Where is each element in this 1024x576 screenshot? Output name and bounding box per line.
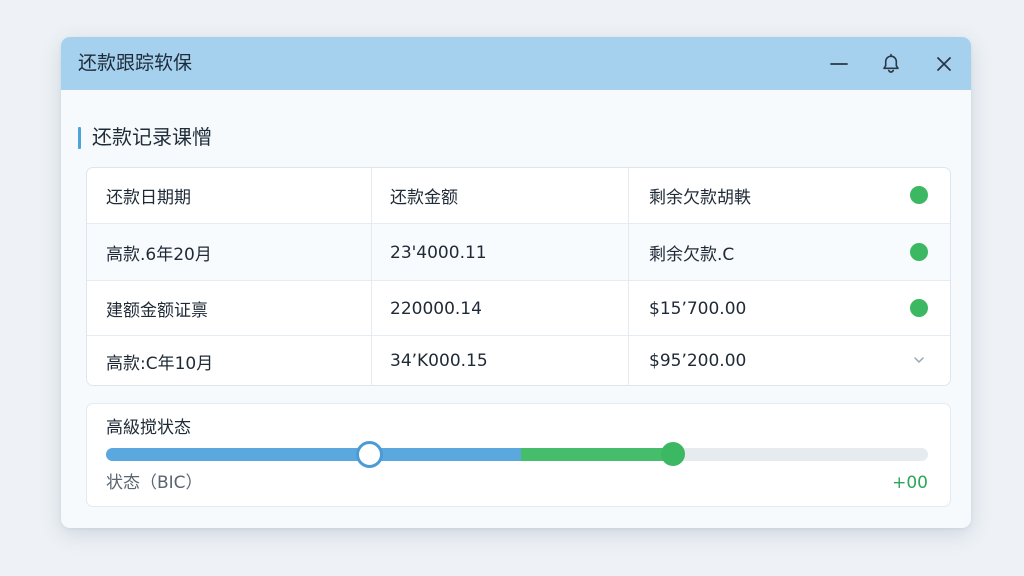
header-amount: 还款金额 [390,188,458,208]
row-remaining: $95ʼ200.00 [649,351,747,371]
header-remaining: 剩余欠款胡軼 [649,188,751,208]
column-divider [628,224,629,281]
column-divider [628,281,629,336]
column-divider [371,224,372,281]
status-dot [910,243,928,261]
table-row[interactable]: 高款:C年10月 34ʼK000.15 $95ʼ200.00 [87,335,950,385]
row-amount: 220000.14 [390,298,482,319]
column-divider [371,336,372,385]
status-dot [910,186,928,204]
section-title: 还款记录课憎 [92,125,212,149]
minimize-icon [830,63,848,65]
row-date: 高款.6年20月 [106,245,212,265]
row-date: 高款:C年10月 [106,353,214,374]
title-bar: 还款跟踪软保 [61,37,971,90]
app-window: 还款跟踪软保 还款记录课憎 还款日期期 还款金额 剩余欠款胡軼 高款.6年20月… [61,37,971,528]
status-sublabel: 状态（BIC） [106,473,203,493]
slider-handle-green[interactable] [661,442,685,466]
row-amount: 34ʼK000.15 [390,351,488,371]
table-header-row: 还款日期期 还款金额 剩余欠款胡軼 [87,168,950,223]
progress-fill-green [521,448,673,461]
chevron-down-icon[interactable] [912,353,926,367]
progress-track[interactable] [106,441,928,468]
row-remaining: $15ʼ700.00 [649,298,747,319]
repayment-table: 还款日期期 还款金额 剩余欠款胡軼 高款.6年20月 23'4000.11 剩余… [86,167,951,386]
window-title: 还款跟踪软保 [78,52,193,74]
table-row[interactable]: 建额金额证禀 220000.14 $15ʼ700.00 [87,280,950,336]
bell-icon [883,53,899,73]
header-date: 还款日期期 [106,188,191,208]
status-label: 高級搅状态 [106,418,191,438]
column-divider [628,168,629,223]
table-row[interactable]: 高款.6年20月 23'4000.11 剩余欠款.C [87,223,950,281]
column-divider [371,168,372,223]
close-icon [937,57,951,71]
minimize-button[interactable] [825,50,853,78]
progress-fill-blue [106,448,521,461]
row-remaining: 剩余欠款.C [649,245,735,265]
row-amount: 23'4000.11 [390,242,487,263]
close-button[interactable] [930,50,958,78]
column-divider [371,281,372,336]
row-date: 建额金额证禀 [106,301,208,321]
section-accent-bar [78,127,81,149]
slider-handle-blue[interactable] [356,441,383,468]
column-divider [628,336,629,385]
status-value: +00 [892,473,928,493]
status-dot [910,299,928,317]
status-panel: 高級搅状态 状态（BIC） +00 [86,403,951,507]
notifications-button[interactable] [877,50,905,78]
